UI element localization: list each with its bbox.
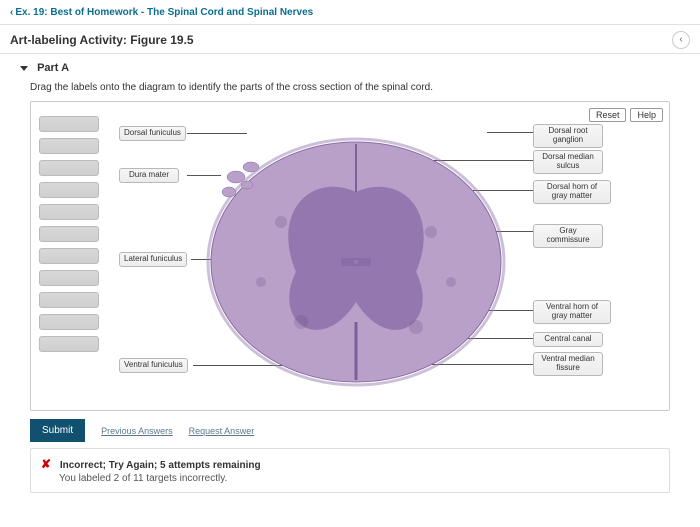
label-lateral-funiculus[interactable]: Lateral funiculus [119, 252, 187, 267]
drop-slot[interactable] [39, 116, 99, 132]
feedback-detail: You labeled 2 of 11 targets incorrectly. [59, 473, 659, 484]
drop-slot[interactable] [39, 138, 99, 154]
drop-slot[interactable] [39, 292, 99, 308]
incorrect-icon: ✘ [41, 457, 51, 471]
drop-slot[interactable] [39, 182, 99, 198]
reset-button[interactable]: Reset [589, 108, 627, 122]
instructions-text: Drag the labels onto the diagram to iden… [0, 78, 700, 101]
label-ventral-median-fissure[interactable]: Ventral median fissure [533, 352, 603, 376]
drop-slot[interactable] [39, 226, 99, 242]
label-dorsal-funiculus[interactable]: Dorsal funiculus [119, 126, 186, 141]
breadcrumb[interactable]: Ex. 19: Best of Homework - The Spinal Co… [10, 7, 313, 18]
label-dorsal-horn[interactable]: Dorsal horn of gray matter [533, 180, 611, 204]
drop-slot[interactable] [39, 204, 99, 220]
label-gray-commissure[interactable]: Gray commissure [533, 224, 603, 248]
drop-slot[interactable] [39, 314, 99, 330]
feedback-box: ✘ Incorrect; Try Again; 5 attempts remai… [30, 448, 670, 493]
label-ventral-funiculus[interactable]: Ventral funiculus [119, 358, 188, 373]
diagram-workspace: Reset Help Dorsal funiculus Dura mater L… [30, 101, 670, 411]
request-answer-link[interactable]: Request Answer [189, 426, 255, 436]
spinal-cord-svg [201, 122, 511, 397]
drop-slot[interactable] [39, 160, 99, 176]
collapse-caret-icon [20, 66, 28, 71]
label-central-canal[interactable]: Central canal [533, 332, 603, 347]
part-label: Part A [37, 62, 69, 74]
part-header[interactable]: Part A [0, 54, 700, 78]
label-dorsal-median-sulcus[interactable]: Dorsal median sulcus [533, 150, 603, 174]
drop-slot[interactable] [39, 270, 99, 286]
spinal-cord-diagram [201, 122, 511, 397]
label-drop-slots [39, 116, 99, 352]
help-button[interactable]: Help [630, 108, 663, 122]
previous-answers-link[interactable]: Previous Answers [101, 426, 173, 436]
label-dura-mater[interactable]: Dura mater [119, 168, 179, 183]
label-dorsal-root-ganglion[interactable]: Dorsal root ganglion [533, 124, 603, 148]
submit-button[interactable]: Submit [30, 419, 85, 442]
drop-slot[interactable] [39, 248, 99, 264]
feedback-status: Incorrect; Try Again; 5 attempts remaini… [60, 460, 261, 471]
drop-slot[interactable] [39, 336, 99, 352]
label-ventral-horn[interactable]: Ventral horn of gray matter [533, 300, 611, 324]
next-page-button[interactable]: ‹ [672, 31, 690, 49]
page-title: Art-labeling Activity: Figure 19.5 [10, 33, 194, 47]
